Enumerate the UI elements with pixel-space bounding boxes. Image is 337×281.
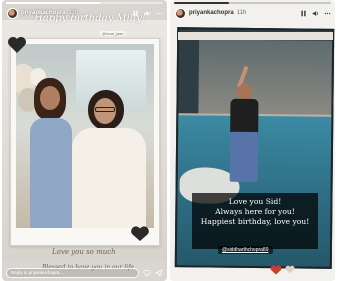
photo — [16, 44, 154, 228]
story-progress-bar — [6, 2, 163, 4]
person — [226, 65, 267, 186]
username[interactable]: priyankachopra — [21, 10, 66, 16]
send-icon[interactable] — [155, 268, 163, 277]
story-right[interactable]: priyankachopra 11h Love you Sid! Always … — [170, 0, 335, 281]
caption-box: Love you Sid! Always here for you! Happi… — [192, 193, 318, 249]
heart-icon — [285, 265, 295, 274]
more-icon[interactable] — [324, 10, 331, 17]
story-header: priyankachopra 11h — [7, 6, 163, 20]
more-icon[interactable] — [156, 10, 163, 17]
heart-icon — [270, 265, 282, 275]
volume-icon[interactable] — [144, 10, 151, 17]
timestamp: 11h — [68, 10, 79, 16]
timestamp: 11h — [236, 10, 247, 16]
story-progress-bar — [174, 2, 331, 4]
pause-icon[interactable] — [300, 10, 307, 17]
heart-icon — [131, 226, 149, 241]
reply-input[interactable]: Reply to priyankachopra... — [6, 267, 139, 278]
username[interactable]: priyankachopra — [189, 10, 234, 16]
story-progress-fill — [6, 2, 101, 4]
photo-border — [178, 32, 333, 40]
story-header: priyankachopra 11h — [175, 6, 331, 20]
heart-icon — [8, 37, 26, 53]
caption: Love you Sid! — [228, 197, 282, 206]
heart-icon[interactable] — [143, 269, 151, 277]
avatar[interactable] — [175, 7, 186, 19]
mention-tag[interactable]: @maa_jaan — [100, 31, 126, 36]
story-controls — [300, 10, 331, 17]
pause-icon[interactable] — [132, 10, 139, 17]
avatar[interactable] — [7, 7, 18, 19]
person-right — [70, 90, 148, 228]
story-controls — [132, 10, 163, 17]
caption: Always here for you! — [215, 207, 295, 216]
volume-icon[interactable] — [312, 10, 319, 17]
story-progress-fill — [174, 2, 229, 4]
story-left[interactable]: priyankachopra 11h Happy birthday Milly!… — [2, 0, 167, 281]
person-left — [28, 78, 72, 228]
mention-tag[interactable]: @siddharthchopra89 — [218, 246, 273, 254]
caption: Happiest birthday, love you! — [200, 217, 310, 226]
reply-bar: Reply to priyankachopra... — [6, 267, 163, 278]
heart-stickers — [270, 265, 295, 275]
caption: Love you so much — [52, 248, 116, 256]
